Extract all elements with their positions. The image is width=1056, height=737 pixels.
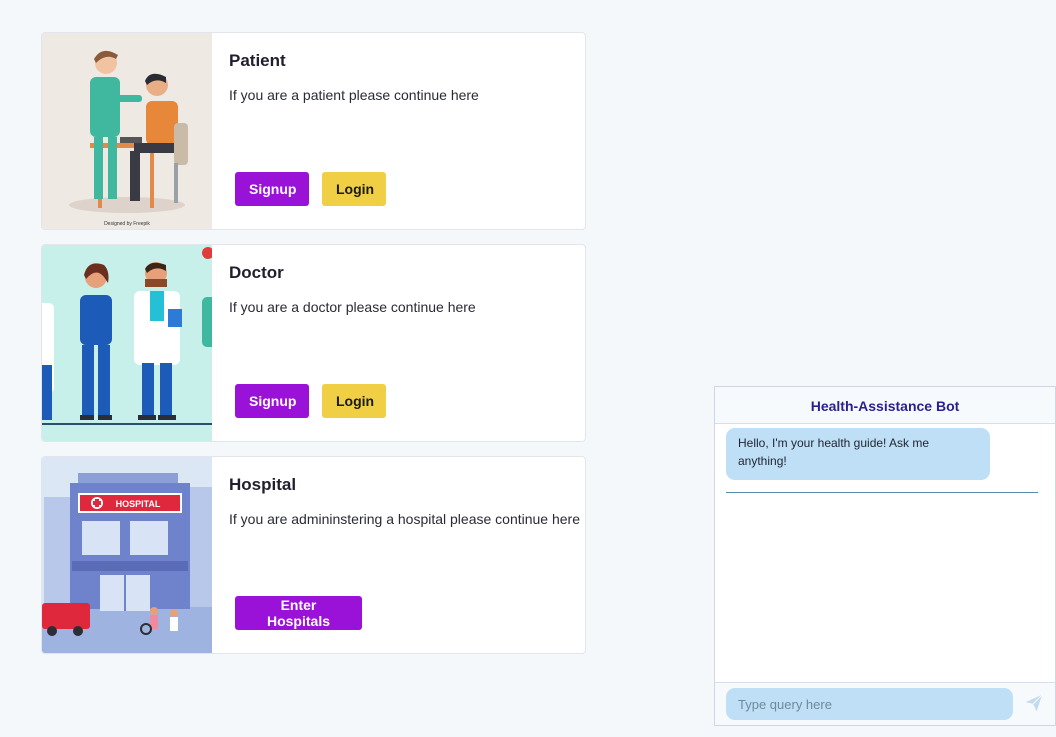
hospital-illustration: HOSPITAL bbox=[42, 457, 212, 653]
doctor-signup-button[interactable]: Signup bbox=[235, 384, 309, 418]
patient-card: Designed by Freepik Patient If you are a… bbox=[41, 32, 586, 230]
card-title: Patient bbox=[229, 51, 286, 70]
card-description: If you are a patient please continue her… bbox=[229, 87, 479, 103]
chatbot-panel: Health-Assistance Bot Hello, I'm your he… bbox=[714, 386, 1056, 726]
chat-divider bbox=[726, 492, 1038, 493]
patient-illustration: Designed by Freepik bbox=[42, 33, 212, 229]
patient-login-button[interactable]: Login bbox=[322, 172, 386, 206]
doctor-illustration bbox=[42, 245, 212, 441]
chatbot-footer bbox=[715, 682, 1055, 725]
hospital-card: HOSPITAL Hospital If you are admininster… bbox=[41, 456, 586, 654]
bot-message-bubble: Hello, I'm your health guide! Ask me any… bbox=[726, 428, 990, 480]
hospital-card-body: Hospital If you are admininstering a hos… bbox=[229, 457, 580, 653]
card-description: If you are admininstering a hospital ple… bbox=[229, 511, 580, 527]
hospital-sign-text: HOSPITAL bbox=[116, 499, 161, 509]
doctor-card-body: Doctor If you are a doctor please contin… bbox=[229, 245, 575, 441]
paper-plane-icon[interactable] bbox=[1024, 693, 1044, 713]
chatbot-title: Health-Assistance Bot bbox=[715, 387, 1055, 424]
doctor-card: Doctor If you are a doctor please contin… bbox=[41, 244, 586, 442]
card-title: Hospital bbox=[229, 475, 297, 494]
doctor-login-button[interactable]: Login bbox=[322, 384, 386, 418]
card-description: If you are a doctor please continue here bbox=[229, 299, 476, 315]
patient-signup-button[interactable]: Signup bbox=[235, 172, 309, 206]
enter-hospitals-button[interactable]: Enter Hospitals bbox=[235, 596, 362, 630]
card-title: Doctor bbox=[229, 263, 284, 282]
image-credit-text: Designed by Freepik bbox=[104, 221, 150, 227]
patient-card-body: Patient If you are a patient please cont… bbox=[229, 33, 575, 229]
chat-query-input[interactable] bbox=[726, 688, 1013, 720]
